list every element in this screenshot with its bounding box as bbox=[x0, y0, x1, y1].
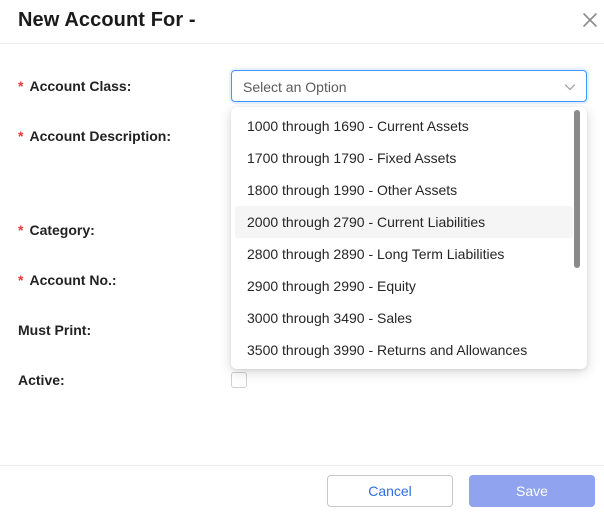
active-label: Active: bbox=[18, 372, 65, 388]
dropdown-option[interactable]: 3500 through 3990 - Returns and Allowanc… bbox=[235, 334, 573, 366]
dropdown-option[interactable]: 1000 through 1690 - Current Assets bbox=[235, 110, 573, 142]
account-class-select[interactable]: Select an Option bbox=[231, 70, 587, 102]
dropdown-option[interactable]: 2900 through 2990 - Equity bbox=[235, 270, 573, 302]
account-class-label: * Account Class: bbox=[18, 78, 132, 94]
modal-header: New Account For - bbox=[0, 0, 604, 44]
cancel-button[interactable]: Cancel bbox=[327, 475, 453, 507]
dropdown-scrollbar[interactable] bbox=[574, 110, 580, 268]
account-description-label: * Account Description: bbox=[18, 128, 172, 144]
select-placeholder: Select an Option bbox=[243, 79, 347, 95]
must-print-label: Must Print: bbox=[18, 322, 92, 338]
dropdown-option[interactable]: 1800 through 1990 - Other Assets bbox=[235, 174, 573, 206]
required-mark: * bbox=[18, 272, 24, 288]
account-no-label: * Account No.: bbox=[18, 272, 117, 288]
account-class-dropdown: 1000 through 1690 - Current Assets 1700 … bbox=[231, 107, 587, 369]
modal-title: New Account For - bbox=[18, 9, 196, 31]
required-mark: * bbox=[18, 222, 24, 238]
category-label: * Category: bbox=[18, 222, 95, 238]
close-icon[interactable] bbox=[580, 10, 600, 30]
dropdown-option[interactable]: 1700 through 1790 - Fixed Assets bbox=[235, 142, 573, 174]
dropdown-option[interactable]: 3000 through 3490 - Sales bbox=[235, 302, 573, 334]
required-mark: * bbox=[18, 128, 24, 144]
dropdown-option-highlighted[interactable]: 2000 through 2790 - Current Liabilities bbox=[235, 206, 573, 238]
active-checkbox[interactable] bbox=[231, 372, 247, 388]
save-button[interactable]: Save bbox=[469, 475, 595, 507]
new-account-modal: New Account For - * Account Class: * Accou… bbox=[0, 0, 604, 518]
required-mark: * bbox=[18, 78, 24, 94]
chevron-down-icon bbox=[564, 80, 576, 92]
dropdown-option[interactable]: 2800 through 2890 - Long Term Liabilitie… bbox=[235, 238, 573, 270]
